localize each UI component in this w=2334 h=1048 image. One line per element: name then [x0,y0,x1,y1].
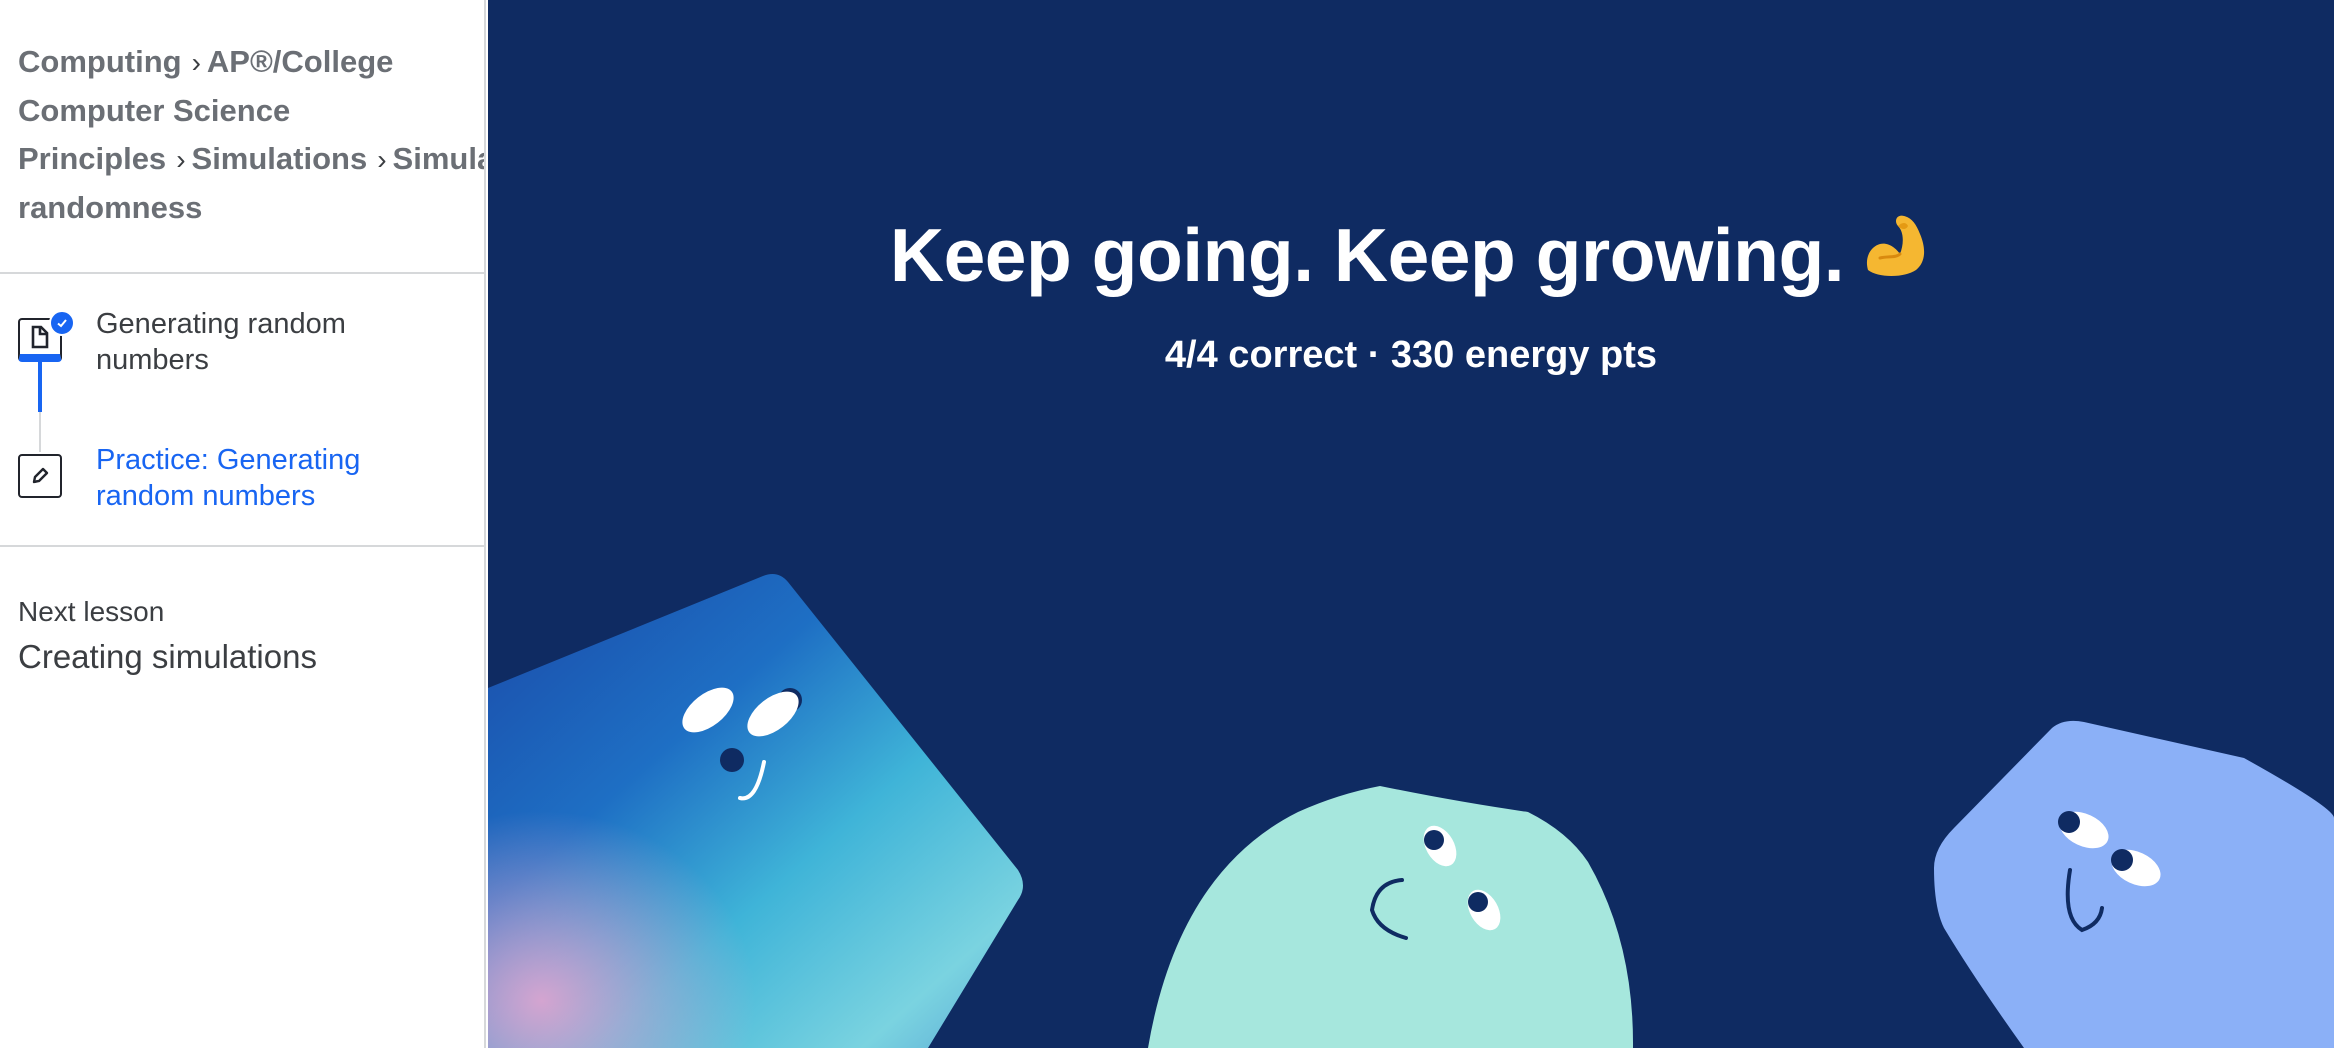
sidebar: Computing › AP®/College Computer Science P… [0,0,486,1048]
breadcrumb-course-line3[interactable]: Principles [18,141,166,176]
blob-character-watercolor [488,574,1023,1048]
breadcrumb-lesson[interactable]: Simulat [393,141,484,176]
lesson-item-label: Practice: Generating random numbers [96,442,456,514]
chevron-right-icon: › [176,144,186,175]
breadcrumb-lesson-line2[interactable]: randomness [18,184,484,232]
lesson-item-label-line1: Practice: Generating [96,444,361,476]
progress-connector [38,362,42,412]
checkmark-icon [49,310,75,336]
pencil-icon [18,454,62,498]
completion-headline: Keep going. Keep growing. [488,212,2334,307]
divider [0,545,484,547]
flexed-biceps-icon [1858,208,1932,299]
lesson-item-label-line2: numbers [96,344,209,376]
result-summary: 4/4 correct · 330 energy pts [1164,334,1658,376]
breadcrumb-course-line2[interactable]: Computer Science [18,87,484,135]
progress-connector-pending [39,412,41,452]
chevron-right-icon: › [377,144,387,175]
blob-character-teal [1148,786,1634,1048]
breadcrumb: Computing › AP®/College Computer Science P… [18,38,484,232]
chevron-right-icon: › [191,47,201,78]
next-lesson-label: Next lesson [18,596,165,627]
breadcrumb-simulations[interactable]: Simulations [192,141,368,176]
headline-text: Keep going. Keep growing. [889,213,1845,297]
completion-panel: Keep going. Keep growing. 4/4 correct · … [488,0,2334,1048]
breadcrumb-computing[interactable]: Computing [18,44,182,79]
blob-character-lavender [1934,720,2334,1048]
lesson-item-label-line1: Generating random [96,308,346,340]
divider [0,272,484,274]
breadcrumb-ap-college[interactable]: AP®/College [207,44,393,79]
next-lesson-title[interactable]: Creating simulations [18,638,317,676]
lesson-item-label-line2: random numbers [96,480,316,512]
lesson-item-label: Generating random numbers [96,306,456,378]
